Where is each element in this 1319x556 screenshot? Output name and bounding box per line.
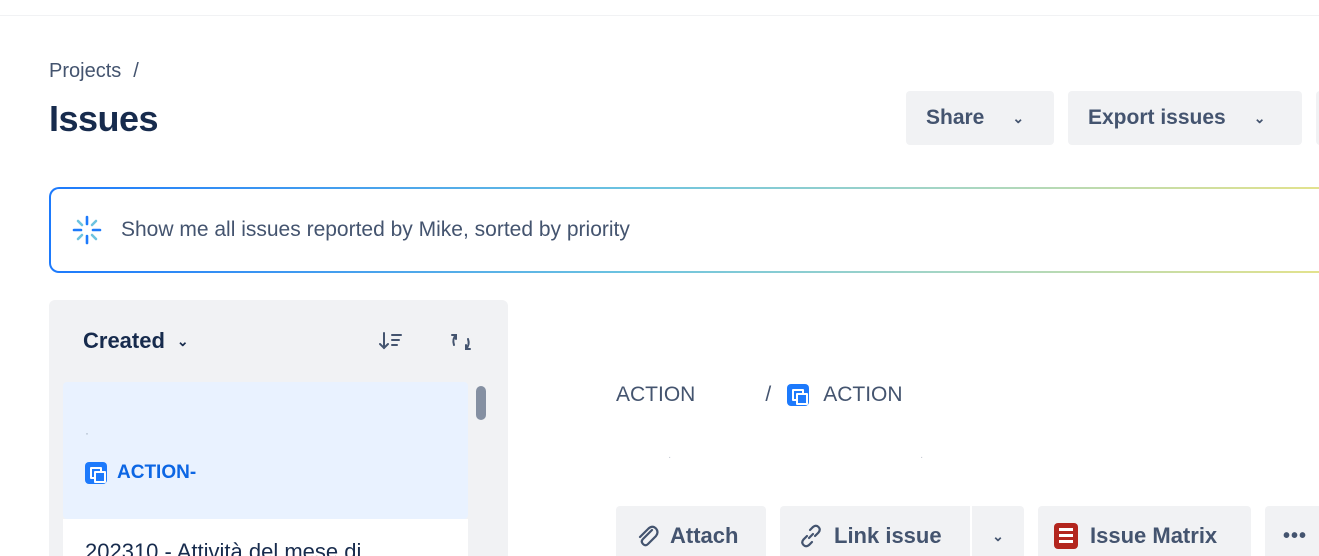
- issue-breadcrumb: ACTION / ACTION: [616, 383, 903, 407]
- list-item[interactable]: 202310 - Attività del mese di: [63, 519, 468, 556]
- sort-field-select[interactable]: Created ⌄: [83, 328, 189, 354]
- breadcrumb: Projects /: [49, 60, 139, 83]
- issue-matrix-icon: [1054, 523, 1078, 549]
- attach-button-label: Attach: [670, 523, 739, 548]
- chevron-down-icon: ⌄: [992, 527, 1004, 544]
- link-issue-button-label: Link issue: [834, 523, 942, 548]
- share-button[interactable]: Share ⌄: [906, 91, 1054, 145]
- sort-order-icon[interactable]: [379, 330, 403, 352]
- sort-field-label: Created: [83, 328, 165, 353]
- share-button-label: Share: [926, 106, 985, 129]
- placeholder-dot: ·: [920, 452, 924, 463]
- issue-matrix-button[interactable]: Issue Matrix: [1038, 506, 1251, 556]
- top-divider: [0, 0, 1319, 16]
- paperclip-icon: [638, 525, 659, 547]
- link-icon: [801, 524, 821, 548]
- more-icon: •••: [1282, 524, 1307, 547]
- list-item-selected[interactable]: · ACTION-: [63, 382, 468, 519]
- issue-crumb[interactable]: ACTION: [823, 383, 902, 407]
- ai-search-query[interactable]: Show me all issues reported by Mike, sor…: [121, 218, 630, 242]
- placeholder-dot: ·: [668, 452, 672, 463]
- chevron-down-icon: ⌄: [176, 332, 189, 349]
- ai-sparkle-icon: [72, 215, 102, 245]
- issue-type-icon: [85, 462, 107, 484]
- more-actions-button[interactable]: •••: [1265, 506, 1319, 556]
- export-issues-button[interactable]: Export issues ⌄: [1068, 91, 1302, 145]
- breadcrumb-separator: /: [133, 60, 139, 82]
- issue-type-icon: [787, 384, 810, 406]
- chevron-down-icon: ⌄: [1253, 109, 1266, 126]
- page-title: Issues: [49, 98, 159, 139]
- list-scrollbar[interactable]: [474, 382, 488, 556]
- link-issue-dropdown-button[interactable]: ⌄: [972, 506, 1024, 556]
- export-issues-button-label: Export issues: [1088, 106, 1226, 129]
- project-crumb[interactable]: ACTION: [616, 383, 695, 407]
- chevron-down-icon: ⌄: [1012, 109, 1025, 126]
- attach-button[interactable]: Attach: [616, 506, 766, 556]
- breadcrumb-projects-link[interactable]: Projects: [49, 60, 121, 82]
- issue-key-label: ACTION-: [117, 462, 197, 483]
- issue-key: ACTION-: [85, 462, 196, 484]
- issue-matrix-button-label: Issue Matrix: [1090, 523, 1218, 548]
- scrollbar-thumb[interactable]: [476, 386, 486, 420]
- placeholder-dot: ·: [85, 426, 89, 440]
- crumb-separator: /: [765, 383, 772, 406]
- link-issue-button[interactable]: Link issue: [780, 506, 970, 556]
- ai-search-bar[interactable]: Show me all issues reported by Mike, sor…: [49, 187, 1319, 273]
- refresh-icon[interactable]: [449, 330, 473, 354]
- issue-list-panel: Created ⌄ · ACTION- 202310 - Attività de…: [49, 300, 508, 556]
- issue-title: 202310 - Attività del mese di: [85, 539, 362, 556]
